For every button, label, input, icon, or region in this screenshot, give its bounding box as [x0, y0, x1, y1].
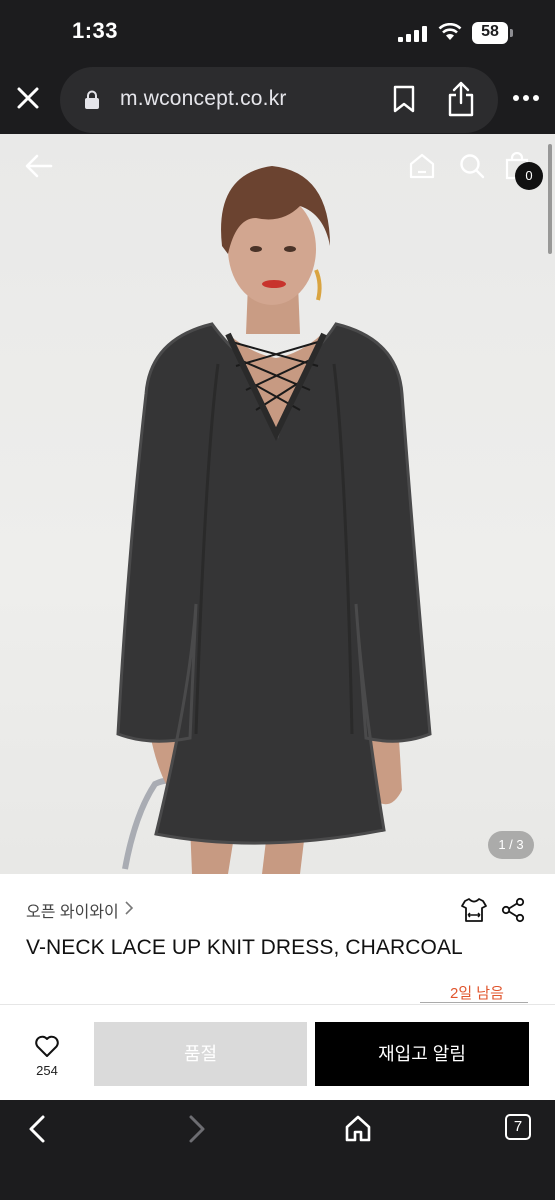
bookmark-icon[interactable] — [392, 85, 416, 113]
url-text: m.wconcept.co.kr — [120, 87, 287, 110]
home-icon[interactable] — [408, 152, 436, 180]
browser-back-icon[interactable] — [26, 1114, 48, 1144]
battery-icon: 58 — [472, 22, 514, 44]
heart-icon[interactable] — [34, 1034, 60, 1058]
share-icon[interactable] — [446, 81, 476, 117]
cart-count-badge: 0 — [515, 162, 543, 190]
browser-home-icon[interactable] — [343, 1113, 373, 1143]
product-title: V-NECK LACE UP KNIT DRESS, CHARCOAL — [26, 936, 463, 959]
signal-icon — [398, 26, 427, 42]
product-info: 오픈 와이와이 V-NECK LACE UP KNIT DRESS, CHARC… — [0, 874, 555, 1004]
battery-level: 58 — [481, 23, 499, 40]
page-scrollbar[interactable] — [548, 144, 552, 254]
chevron-right-icon — [125, 901, 134, 915]
browser-toolbar: 7 — [0, 1100, 555, 1200]
stock-remaining-notice: 2일 남음 — [450, 985, 504, 1002]
size-guide-icon[interactable] — [460, 896, 488, 924]
search-icon[interactable] — [458, 152, 486, 180]
sold-out-button[interactable]: 품절 — [94, 1022, 307, 1086]
restock-alert-button[interactable]: 재입고 알림 — [315, 1022, 529, 1086]
brand-link[interactable]: 오픈 와이와이 — [26, 898, 119, 922]
share-nodes-icon[interactable] — [500, 897, 526, 923]
status-bar: 1:33 58 — [0, 0, 555, 64]
purchase-action-bar: 254 품절 재입고 알림 — [0, 1004, 555, 1100]
stock-divider — [420, 1002, 528, 1003]
back-arrow-icon[interactable] — [24, 152, 54, 180]
browser-forward-icon[interactable] — [186, 1114, 208, 1144]
tabs-button[interactable]: 7 — [505, 1114, 531, 1140]
browser-address-bar: m.wconcept.co.kr — [0, 64, 555, 134]
image-page-indicator: 1 / 3 — [488, 831, 534, 859]
more-icon[interactable] — [512, 94, 540, 102]
lock-icon — [85, 90, 99, 109]
wish-count: 254 — [36, 1063, 58, 1078]
wifi-icon — [438, 23, 462, 40]
close-icon[interactable] — [14, 84, 42, 112]
url-field[interactable]: m.wconcept.co.kr — [60, 67, 498, 133]
product-photo — [116, 166, 432, 874]
status-time: 1:33 — [72, 18, 119, 43]
product-image-carousel[interactable]: 0 1 / 3 — [0, 134, 555, 874]
